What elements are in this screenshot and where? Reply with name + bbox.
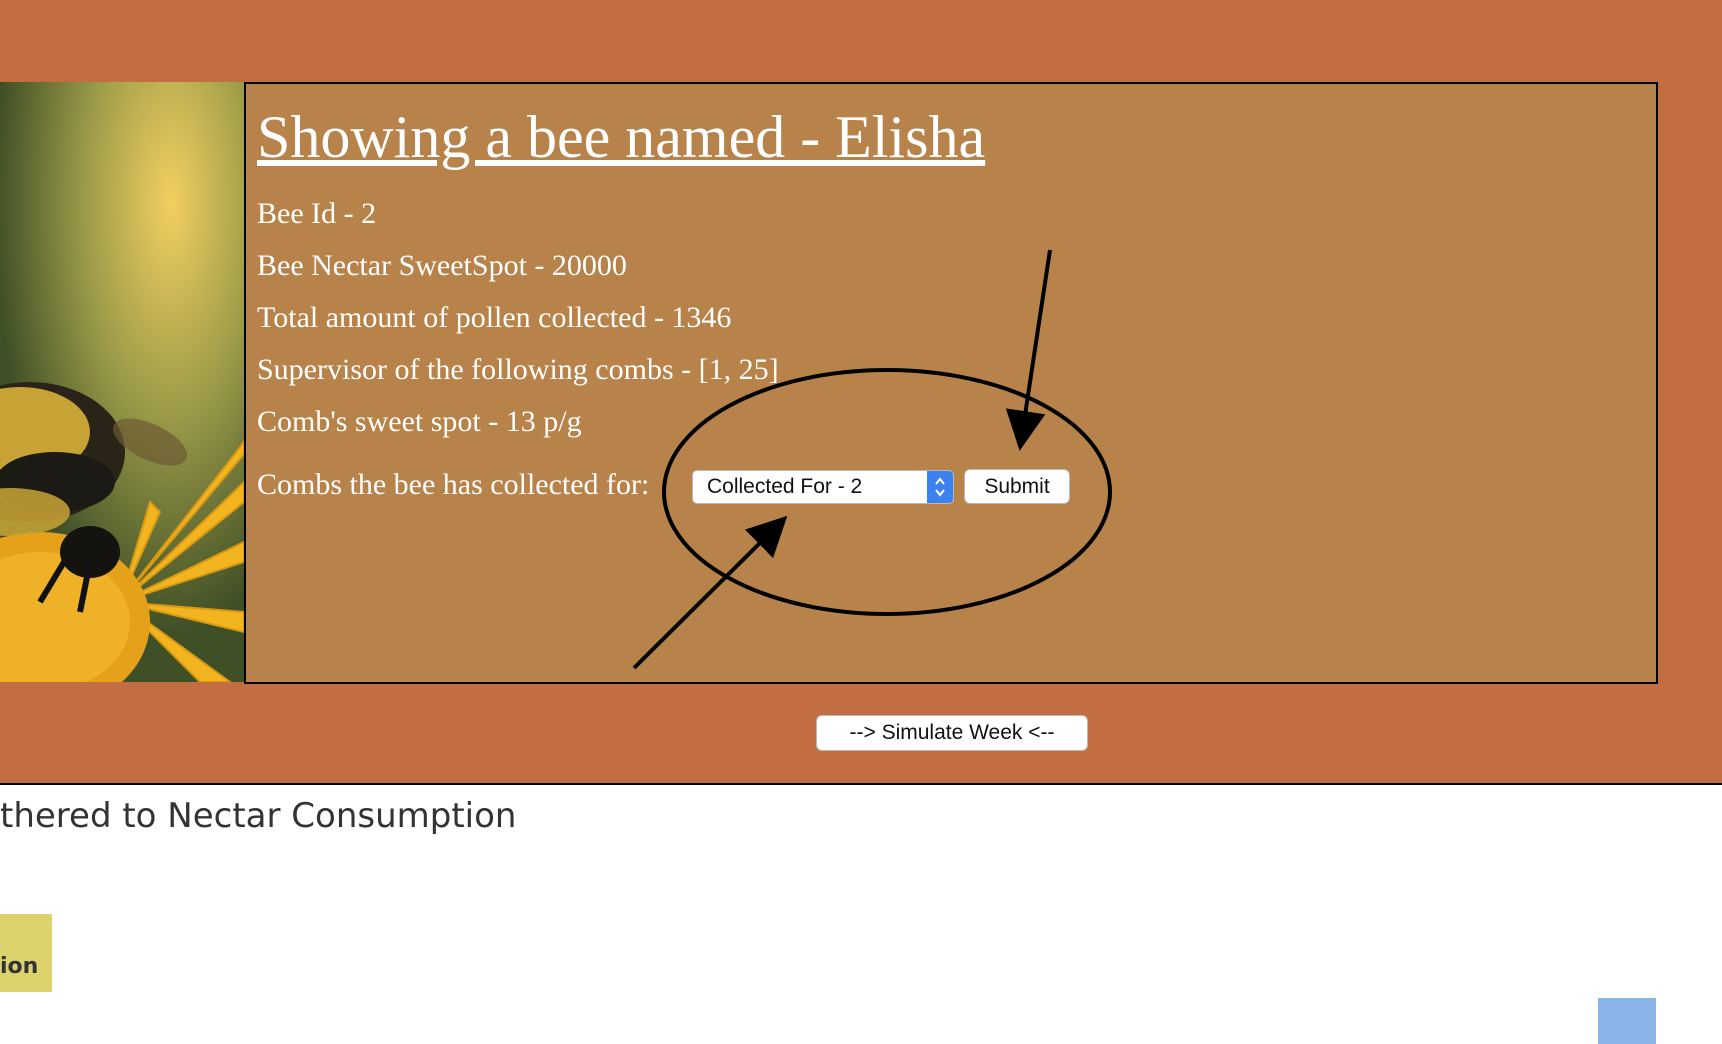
simulate-week-button[interactable]: --> Simulate Week <-- — [816, 715, 1088, 751]
legend-chip-label: ion — [0, 954, 39, 979]
bee-nectar-sweetspot: Bee Nectar SweetSpot - 20000 — [257, 249, 627, 282]
bee-info-panel: Showing a bee named - Elisha Bee Id - 2 … — [244, 82, 1658, 684]
bee-pollen-total: Total amount of pollen collected - 1346 — [257, 301, 732, 334]
up-down-chevron-icon — [927, 471, 953, 503]
legend-chip: ion — [0, 914, 52, 992]
bee-photo — [0, 82, 244, 682]
chart-bar-fragment — [1598, 998, 1656, 1044]
up-down-chevron-icon-svg — [935, 477, 945, 497]
comb-sweet-spot: Comb's sweet spot - 13 p/g — [257, 405, 582, 438]
combs-collected-select-value: Collected For - 2 — [707, 475, 863, 498]
combs-collected-select[interactable]: Collected For - 2 — [692, 470, 954, 504]
bee-photo-art — [0, 82, 244, 682]
combs-collected-label: Combs the bee has collected for: — [257, 468, 650, 501]
submit-button[interactable]: Submit — [964, 469, 1070, 504]
bee-id: Bee Id - 2 — [257, 197, 377, 230]
bee-title: Showing a bee named - Elisha — [257, 104, 986, 170]
bee-supervised-combs: Supervisor of the following combs - [1, … — [257, 353, 779, 386]
section-heading: thered to Nectar Consumption — [0, 796, 517, 836]
